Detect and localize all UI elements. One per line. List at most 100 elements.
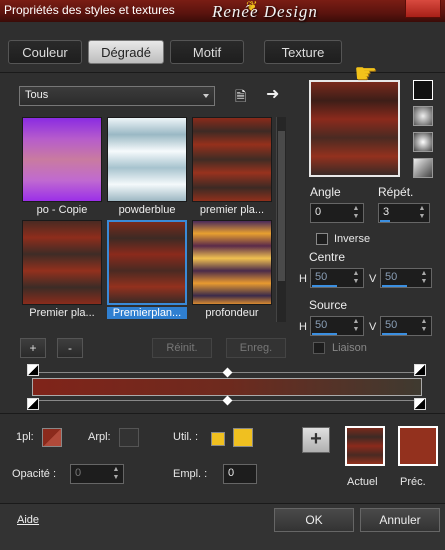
spin-arrows-icon[interactable]: ▲ ▼ [416,205,428,221]
spin-arrows-icon[interactable]: ▲ ▼ [350,270,362,286]
add-gradient-button[interactable]: + [20,338,46,358]
swatch-label: premier pla... [199,204,265,216]
foreground-label: 1pl: [16,431,34,443]
close-button[interactable] [405,0,441,18]
style-radial-button[interactable] [413,132,433,152]
remove-gradient-button[interactable]: - [57,338,83,358]
scrollbar-thumb[interactable] [278,131,285,281]
source-v-value: 50 [385,319,398,331]
angle-value: 0 [315,206,322,218]
window-title: Propriétés des styles et textures [4,3,175,17]
swatch-label: profondeur [205,307,259,319]
midpoint-bottom-marker[interactable] [222,395,233,406]
chevron-down-icon [203,94,209,98]
ok-button[interactable]: OK [274,508,354,532]
location-input[interactable]: 0 [223,464,257,484]
location-value: 0 [228,467,235,479]
location-label: Empl. : [173,468,208,480]
opacity-label: Opacité : [12,468,57,480]
swatch-premier-plan-1[interactable]: premier pla... [192,117,272,216]
color-stop-right-bottom[interactable] [414,398,426,410]
swatch-po-copie[interactable]: po - Copie [22,117,102,216]
category-dropdown[interactable]: Tous [19,86,215,106]
gradient-preview [309,80,400,177]
source-h-slider[interactable] [312,333,337,335]
pointing-hand-icon: ☛ [354,58,378,88]
swatch-label: Premier pla... [29,307,95,319]
swatch-premier-plan-2[interactable]: Premier pla... [22,220,102,319]
opacity-input[interactable]: 0 ▲ ▼ [70,464,124,484]
tab-couleur[interactable]: Couleur [8,40,82,64]
spin-arrows-icon[interactable]: ▲ ▼ [350,318,362,334]
library-scrollbar[interactable] [276,117,286,322]
center-h-value: 50 [315,271,328,283]
center-h-input[interactable]: 50 ▲ ▼ [310,268,364,288]
brand-watermark: Renée Design [212,2,318,21]
previous-label: Préc. [400,476,426,488]
source-v-input[interactable]: 50 ▲ ▼ [380,316,432,336]
link-checkbox[interactable] [313,342,325,354]
center-h-label: H [299,273,307,285]
document-icon[interactable]: 🗎 [235,86,246,110]
center-label: Centre [309,250,346,264]
divider [0,413,445,414]
center-v-input[interactable]: 50 ▲ ▼ [380,268,432,288]
source-label: Source [309,298,348,312]
style-linear-button[interactable] [413,80,433,100]
background-color-swatch[interactable] [119,428,139,447]
swatch-label: Premierplan... [107,307,187,319]
gradient-library: po - Copie powderblue premier pla... Pre… [20,115,275,323]
swatch-thumbnail [22,220,102,305]
invert-label: Inverse [334,233,371,245]
repeat-input[interactable]: 3 ▲ ▼ [378,203,430,223]
style-sunburst-button[interactable] [413,158,433,178]
repeat-slider[interactable] [380,220,390,222]
source-h-input[interactable]: 50 ▲ ▼ [310,316,364,336]
previous-swatch[interactable] [398,426,438,466]
user-color-swatch[interactable] [233,428,253,447]
swatch-premierplan-selected[interactable]: Premierplan... [107,220,187,319]
tab-degrade[interactable]: Dégradé [88,40,164,64]
style-rectangular-button[interactable] [413,106,433,126]
swatch-label: powderblue [118,204,176,216]
current-swatch[interactable] [345,426,385,466]
swatch-label: po - Copie [36,204,88,216]
spin-arrows-icon[interactable]: ▲ ▼ [418,270,430,286]
swatch-profondeur[interactable]: profondeur [192,220,272,319]
midpoint-top-marker[interactable] [222,367,233,378]
center-h-slider[interactable] [312,285,337,287]
swatch-thumbnail [107,117,187,202]
spin-arrows-icon[interactable]: ▲ ▼ [418,318,430,334]
swatch-powderblue[interactable]: powderblue [107,117,187,216]
color-stop-left-top[interactable] [27,364,39,376]
spin-arrows-icon[interactable]: ▲ ▼ [110,466,122,482]
swatch-thumbnail [192,220,272,305]
help-link[interactable]: Aide [17,514,39,526]
center-v-label: V [369,273,377,285]
color-stop-left-bottom[interactable] [27,398,39,410]
repeat-label: Répét. [378,185,414,199]
reset-button[interactable]: Réinit. [152,338,212,358]
center-v-slider[interactable] [382,285,407,287]
swatch-thumbnail [192,117,272,202]
repeat-value: 3 [383,206,390,218]
save-button[interactable]: Enreg. [226,338,286,358]
spin-arrows-icon[interactable]: ▲ ▼ [350,205,362,221]
center-v-value: 50 [385,271,398,283]
user-color-small[interactable] [211,432,225,446]
link-label: Liaison [332,342,367,354]
tab-motif[interactable]: Motif [170,40,244,64]
add-to-swatches-button[interactable]: + [302,427,330,453]
gradient-bar[interactable] [32,378,422,396]
angle-input[interactable]: 0 ▲ ▼ [310,203,364,223]
tab-texture[interactable]: Texture [264,40,342,64]
cancel-button[interactable]: Annuler [360,508,440,532]
swatch-thumbnail [22,117,102,202]
color-stop-right-top[interactable] [414,364,426,376]
foreground-color-swatch[interactable] [42,428,62,447]
current-label: Actuel [347,476,378,488]
invert-checkbox[interactable] [316,233,328,245]
angle-label: Angle [310,185,341,199]
source-v-slider[interactable] [382,333,407,335]
arrow-right-icon[interactable]: ➜ [266,84,279,104]
